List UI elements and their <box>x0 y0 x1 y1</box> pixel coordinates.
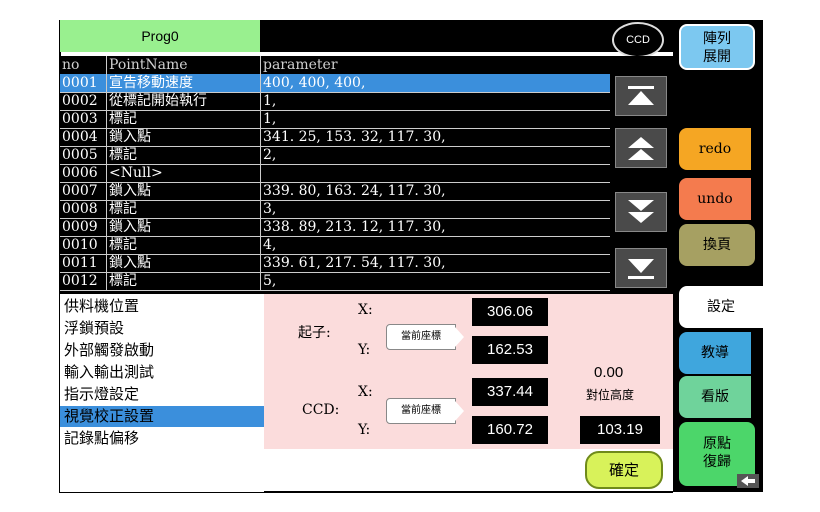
undo-button[interactable]: undo <box>679 178 751 220</box>
screwdriver-label: 起子: <box>298 325 331 341</box>
row-no: 0011 <box>62 255 98 271</box>
row-param: 3, <box>263 201 277 217</box>
row-name: <Null> <box>109 165 163 181</box>
offset-value: 0.00 <box>594 364 624 381</box>
table-row[interactable]: 0007 鎖入點 339. 80, 163. 24, 117. 30, <box>60 182 610 201</box>
row-name: 標記 <box>109 273 137 289</box>
header-no: no <box>62 57 80 73</box>
scroll-top-button[interactable] <box>615 76 667 116</box>
row-param: 5, <box>263 273 277 289</box>
ccd-y-label: Y: <box>358 422 371 438</box>
menu-item-vision-calibration[interactable]: 視覺校正設置 <box>60 406 264 427</box>
scroll-up-button[interactable] <box>615 128 667 168</box>
back-arrow-icon[interactable] <box>737 474 759 488</box>
menu-item-record-offset[interactable]: 記錄點偏移 <box>60 428 264 449</box>
view-tab[interactable]: 看版 <box>679 376 751 418</box>
table-row[interactable]: 0006 <Null> <box>60 164 610 183</box>
table-row[interactable]: 0001 宣告移動速度 400, 400, 400, <box>60 74 610 93</box>
row-no: 0007 <box>62 183 98 199</box>
row-no: 0010 <box>62 237 98 253</box>
row-no: 0002 <box>62 93 98 109</box>
settings-tab[interactable]: 設定 <box>679 286 763 328</box>
menu-item-feeder-position[interactable]: 供料機位置 <box>60 296 264 317</box>
row-name: 從標記開始執行 <box>109 93 207 109</box>
row-no: 0003 <box>62 111 98 127</box>
row-param: 1, <box>263 111 277 127</box>
table-row[interactable]: 0003 標記 1, <box>60 110 610 129</box>
screwdriver-x-value: 306.06 <box>472 298 548 326</box>
scroll-bottom-button[interactable] <box>615 248 667 288</box>
menu-item-indicator-settings[interactable]: 指示燈設定 <box>60 384 264 405</box>
ccd-button[interactable]: CCD <box>612 22 664 58</box>
ccd-x-value: 337.44 <box>472 378 548 406</box>
menu-item-float-lock-preset[interactable]: 浮鎖預設 <box>60 318 264 339</box>
table-row[interactable]: 0009 鎖入點 338. 89, 213. 12, 117. 30, <box>60 218 610 237</box>
point-table[interactable]: no PointName parameter 0001 宣告移動速度 400, … <box>60 56 610 294</box>
row-no: 0004 <box>62 129 98 145</box>
row-param: 339. 80, 163. 24, 117. 30, <box>263 183 446 199</box>
header-pointname: PointName <box>109 57 188 73</box>
ccd-y-value: 160.72 <box>472 416 548 444</box>
row-no: 0012 <box>62 273 98 289</box>
scroll-up-icon <box>628 137 654 160</box>
header-parameter: parameter <box>263 57 338 73</box>
teach-tab[interactable]: 教導 <box>679 332 751 374</box>
menu-item-io-test[interactable]: 輸入輸出測試 <box>60 362 264 383</box>
table-row[interactable]: 0002 從標記開始執行 1, <box>60 92 610 111</box>
table-row[interactable]: 0005 標記 2, <box>60 146 610 165</box>
row-param: 2, <box>263 147 277 163</box>
row-param: 400, 400, 400, <box>263 75 366 91</box>
confirm-button[interactable]: 確定 <box>585 451 663 489</box>
calibration-panel: 起子: X: Y: 當前座標 306.06 162.53 CCD: X: Y: … <box>264 294 673 449</box>
table-row[interactable]: 0010 標記 4, <box>60 236 610 255</box>
ccd-current-coords-button[interactable]: 當前座標 <box>386 398 464 424</box>
redo-button[interactable]: redo <box>679 128 751 170</box>
row-param: 1, <box>263 93 277 109</box>
align-height-label: 對位高度 <box>586 388 635 402</box>
table-header: no PointName parameter <box>60 56 610 75</box>
row-name: 鎖入點 <box>109 219 151 235</box>
menu-item-external-trigger[interactable]: 外部觸發啟動 <box>60 340 264 361</box>
row-name: 標記 <box>109 237 137 253</box>
row-name: 鎖入點 <box>109 183 151 199</box>
table-row[interactable]: 0008 標記 3, <box>60 200 610 219</box>
align-height-value[interactable]: 103.19 <box>580 416 660 444</box>
page-switch-button[interactable]: 換頁 <box>679 224 755 266</box>
array-expand-button[interactable]: 陣列 展開 <box>679 24 755 70</box>
row-param: 338. 89, 213. 12, 117. 30, <box>263 219 446 235</box>
row-no: 0009 <box>62 219 98 235</box>
row-no: 0001 <box>62 75 98 91</box>
table-row[interactable]: 0012 標記 5, <box>60 272 610 291</box>
scroll-down-button[interactable] <box>615 192 667 232</box>
row-no: 0006 <box>62 165 98 181</box>
row-name: 標記 <box>109 111 137 127</box>
ccd-label: CCD: <box>302 402 340 418</box>
screwdriver-x-label: X: <box>358 302 373 318</box>
scroll-down-icon <box>628 200 654 223</box>
row-name: 鎖入點 <box>109 129 151 145</box>
scroll-column <box>610 56 673 294</box>
row-no: 0008 <box>62 201 98 217</box>
row-name: 宣告移動速度 <box>109 75 193 91</box>
settings-menu: 供料機位置 浮鎖預設 外部觸發啟動 輸入輸出測試 指示燈設定 視覺校正設置 記錄… <box>60 294 264 492</box>
ccd-x-label: X: <box>358 384 373 400</box>
screwdriver-y-label: Y: <box>358 342 371 358</box>
scroll-top-icon <box>628 86 654 105</box>
row-name: 標記 <box>109 147 137 163</box>
screwdriver-current-coords-button[interactable]: 當前座標 <box>386 324 464 350</box>
scroll-bottom-icon <box>628 259 654 279</box>
row-param: 4, <box>263 237 277 253</box>
row-name: 鎖入點 <box>109 255 151 271</box>
table-row[interactable]: 0004 鎖入點 341. 25, 153. 32, 117. 30, <box>60 128 610 147</box>
row-name: 標記 <box>109 201 137 217</box>
row-no: 0005 <box>62 147 98 163</box>
row-param: 339. 61, 217. 54, 117. 30, <box>263 255 446 271</box>
screwdriver-y-value: 162.53 <box>472 336 548 364</box>
table-row[interactable]: 0011 鎖入點 339. 61, 217. 54, 117. 30, <box>60 254 610 273</box>
row-param: 341. 25, 153. 32, 117. 30, <box>263 129 446 145</box>
program-tab[interactable]: Prog0 <box>60 20 260 52</box>
right-sidebar: 陣列 展開 redo undo 換頁 設定 教導 看版 原點 復歸 <box>673 20 763 492</box>
